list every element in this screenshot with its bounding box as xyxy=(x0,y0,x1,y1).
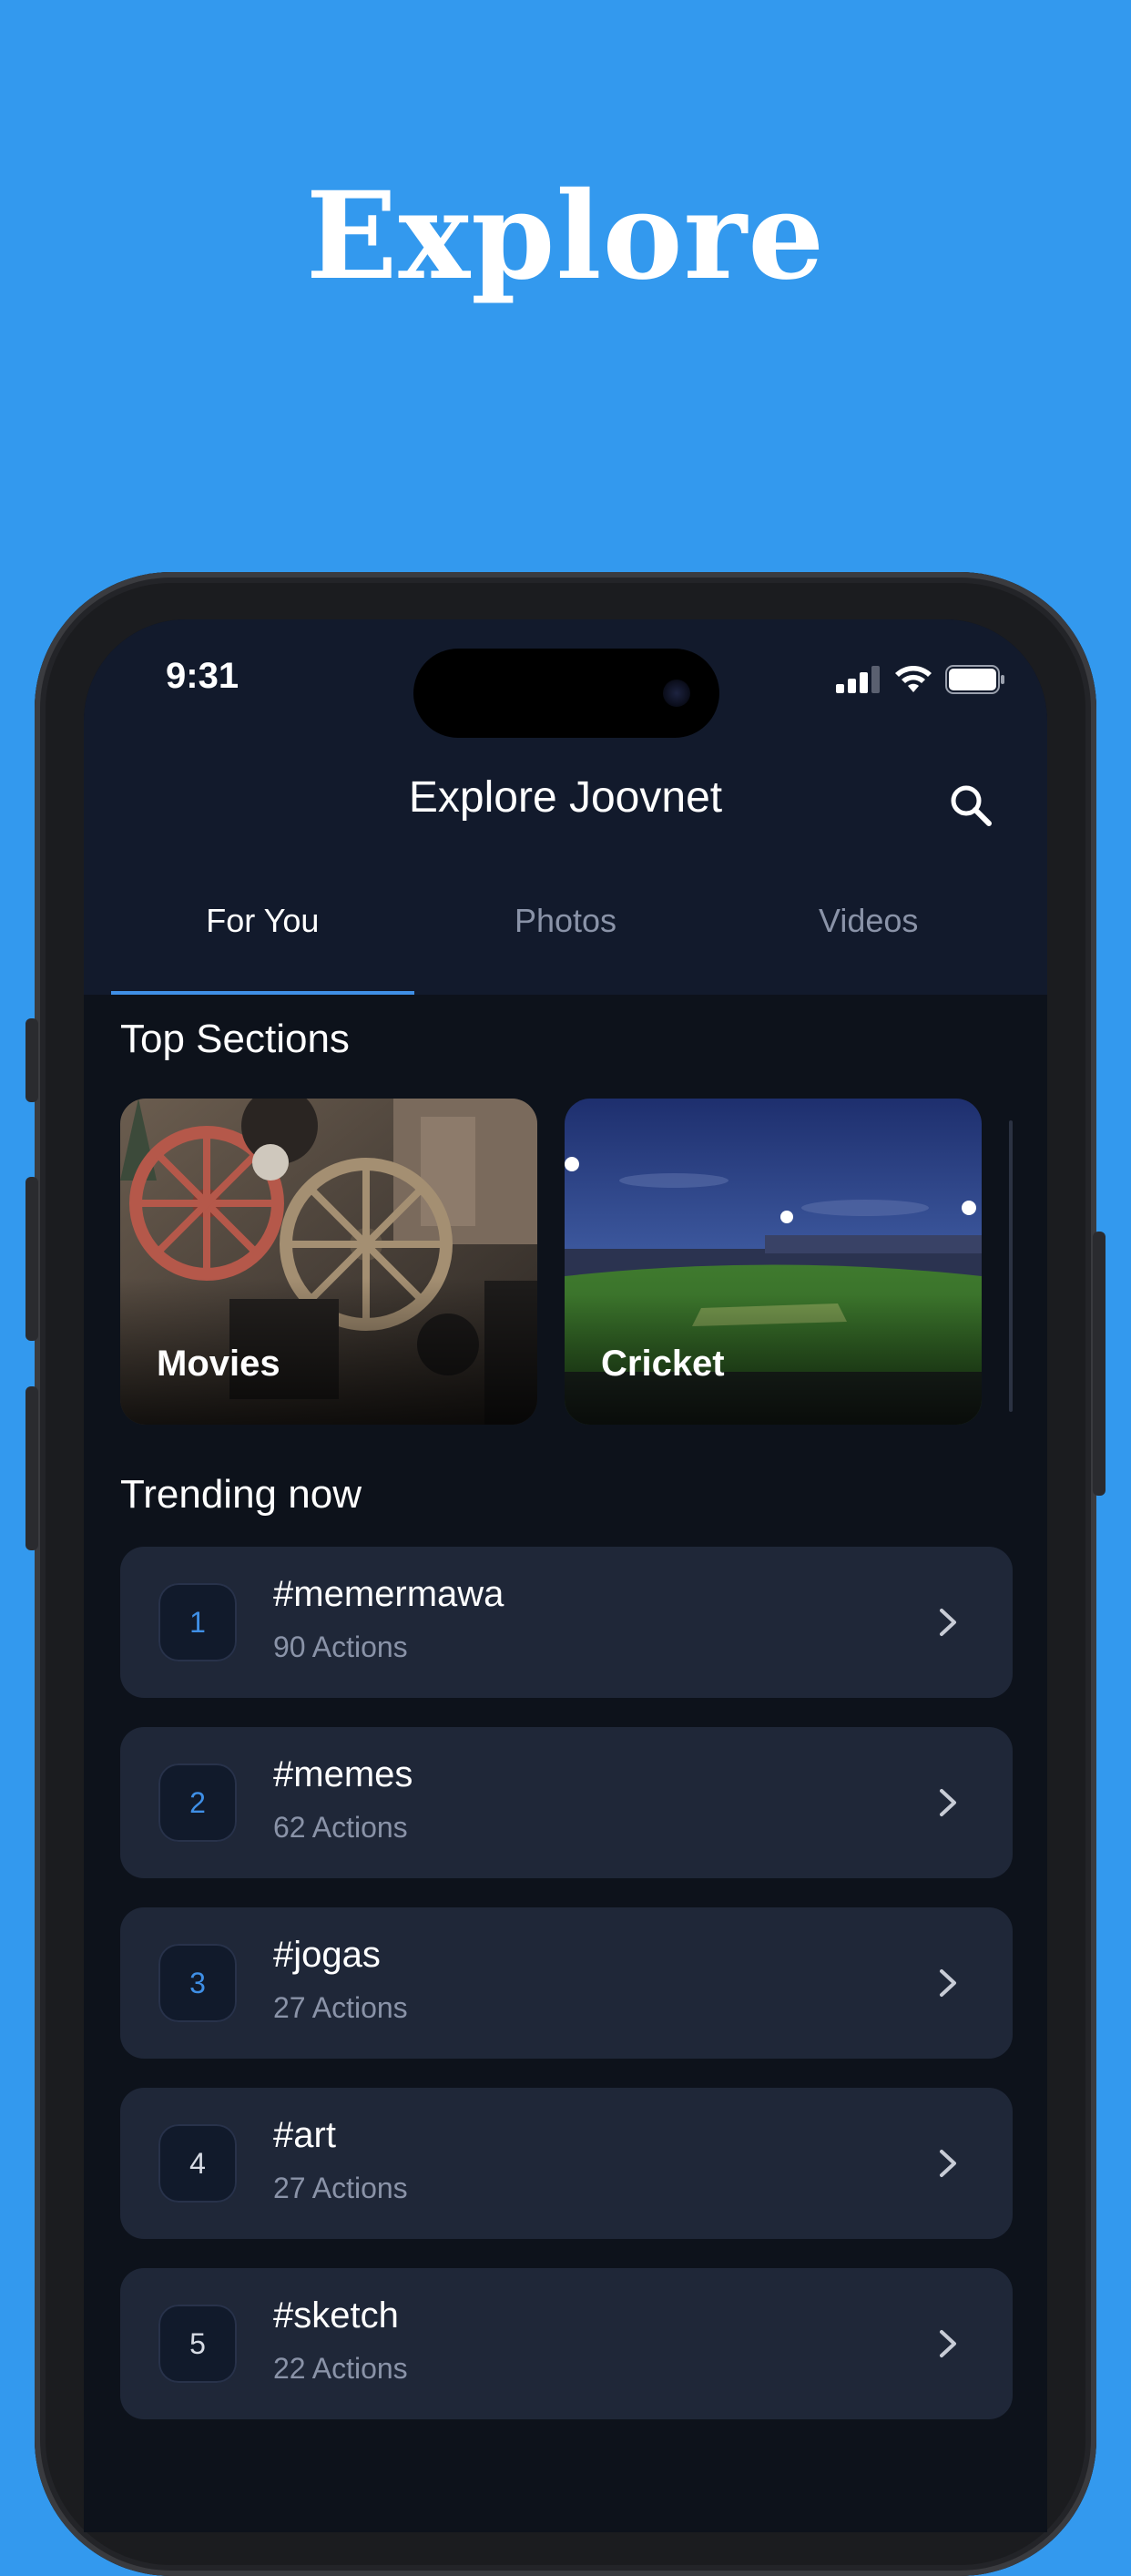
actions-count: 62 Actions xyxy=(273,1811,408,1844)
chevron-right-icon xyxy=(940,2330,956,2357)
phone-screen: 9:31 Explore Joovnet For You Photos Vide… xyxy=(84,619,1047,2532)
actions-count: 27 Actions xyxy=(273,2172,408,2204)
hashtag-label: #art xyxy=(273,2115,336,2155)
actions-count: 90 Actions xyxy=(273,1630,408,1663)
tab-bar: For You Photos Videos xyxy=(111,898,1020,995)
list-item[interactable]: 2 #memes 62 Actions xyxy=(120,1727,1013,1878)
hashtag-label: #memermawa xyxy=(273,1574,504,1614)
top-bar: 9:31 Explore Joovnet For You Photos Vide… xyxy=(84,619,1047,995)
power-button xyxy=(1093,1232,1106,1496)
search-icon[interactable] xyxy=(945,780,996,831)
hashtag-label: #jogas xyxy=(273,1935,381,1975)
hashtag-label: #memes xyxy=(273,1754,413,1794)
volume-up-button xyxy=(25,1177,38,1341)
top-sections-heading: Top Sections xyxy=(120,1017,350,1061)
chevron-right-icon xyxy=(940,1609,956,1636)
carousel-scroll-indicator xyxy=(1009,1120,1013,1412)
rank-badge: 5 xyxy=(158,2305,237,2383)
list-item[interactable]: 3 #jogas 27 Actions xyxy=(120,1907,1013,2059)
action-button xyxy=(25,1018,38,1102)
status-icons xyxy=(836,663,1005,696)
volume-down-button xyxy=(25,1386,38,1550)
section-card-label: Cricket xyxy=(601,1344,725,1384)
tab-for-you[interactable]: For You xyxy=(111,898,414,995)
hashtag-label: #sketch xyxy=(273,2295,399,2336)
rank-badge: 2 xyxy=(158,1763,237,1842)
rank-badge: 4 xyxy=(158,2124,237,2203)
section-card-label: Movies xyxy=(157,1344,280,1384)
chevron-right-icon xyxy=(940,1969,956,1997)
hero-title: Explore xyxy=(305,166,826,307)
rank-badge: 1 xyxy=(158,1583,237,1661)
section-card-cricket[interactable]: Cricket xyxy=(565,1099,982,1425)
chevron-right-icon xyxy=(940,1789,956,1816)
tab-photos[interactable]: Photos xyxy=(414,898,718,995)
dynamic-island xyxy=(413,649,719,738)
top-sections-carousel: Movies Cricket xyxy=(120,1099,1047,1425)
wifi-icon xyxy=(895,666,932,692)
rank-badge: 3 xyxy=(158,1944,237,2022)
list-item[interactable]: 5 #sketch 22 Actions xyxy=(120,2268,1013,2419)
trending-list: 1 #memermawa 90 Actions 2 #memes 62 Acti… xyxy=(120,1547,1013,2448)
actions-count: 27 Actions xyxy=(273,1991,408,2024)
camera-lens xyxy=(663,680,690,707)
actions-count: 22 Actions xyxy=(273,2352,408,2385)
trending-heading: Trending now xyxy=(120,1472,362,1517)
list-item[interactable]: 4 #art 27 Actions xyxy=(120,2088,1013,2239)
list-item[interactable]: 1 #memermawa 90 Actions xyxy=(120,1547,1013,1698)
status-time: 9:31 xyxy=(166,656,239,696)
battery-icon xyxy=(945,665,1004,694)
page-title: Explore Joovnet xyxy=(408,773,723,822)
section-card-movies[interactable]: Movies xyxy=(120,1099,537,1425)
cellular-signal-icon xyxy=(836,666,880,693)
tab-videos[interactable]: Videos xyxy=(717,898,1020,995)
chevron-right-icon xyxy=(940,2150,956,2177)
